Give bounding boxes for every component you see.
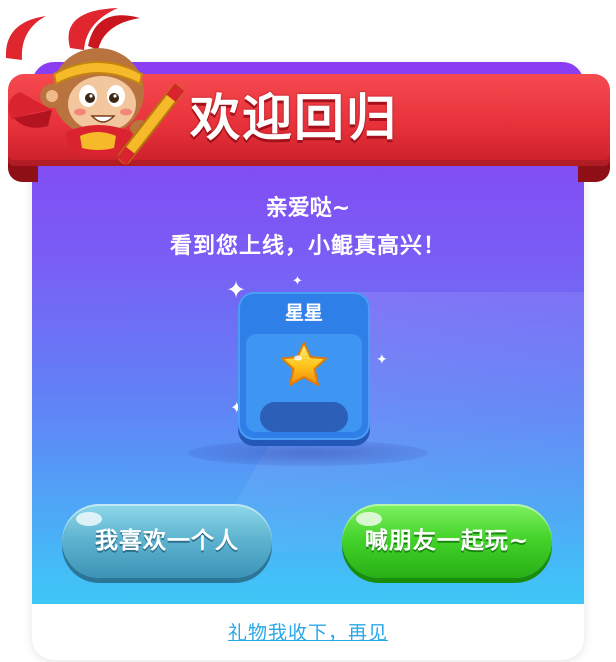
sparkle-icon: ✦ xyxy=(292,274,303,289)
greeting-line-2: 看到您上线，小鲲真高兴！ xyxy=(169,234,446,259)
reward-shadow xyxy=(188,440,428,466)
invite-friends-label: 喊朋友一起玩~ xyxy=(364,528,530,554)
play-alone-button[interactable]: 我喜欢一个人 xyxy=(62,504,272,578)
reward-count xyxy=(260,402,348,432)
greeting-line-1: 亲爱哒~ xyxy=(265,196,351,221)
button-gloss xyxy=(76,512,102,526)
sparkle-icon: ✦ xyxy=(376,352,388,368)
play-alone-label: 我喜欢一个人 xyxy=(95,528,239,554)
monkey-mascot-icon xyxy=(5,8,185,165)
reward-name: 星星 xyxy=(284,302,323,324)
accept-and-close-link[interactable]: 礼物我收下，再见 xyxy=(32,618,584,645)
invite-friends-button[interactable]: 喊朋友一起玩~ xyxy=(342,504,552,578)
button-gloss xyxy=(356,512,382,526)
star-icon xyxy=(281,342,327,386)
dialog-title: 欢迎回归 xyxy=(190,89,398,147)
reward-card: 星星 xyxy=(238,292,370,440)
